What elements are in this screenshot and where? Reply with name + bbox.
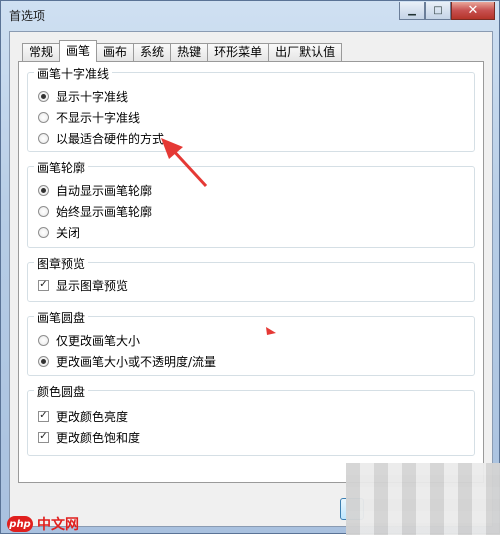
tab-brush[interactable]: 画笔 <box>59 40 98 62</box>
php-logo-icon: php <box>7 516 33 532</box>
blurred-area <box>346 463 500 535</box>
preferences-window: 首选项 ▁ □ ✕ 常规 画笔 画布 系统 热键 环形菜单 出厂默认值 画笔十字… <box>0 0 500 535</box>
red-arrowhead-icon <box>266 327 276 335</box>
watermark-text: 中文网 <box>37 517 79 533</box>
watermark: php 中文网 <box>7 514 79 534</box>
red-arrow-icon <box>161 138 208 188</box>
annotation-overlay <box>161 138 276 335</box>
